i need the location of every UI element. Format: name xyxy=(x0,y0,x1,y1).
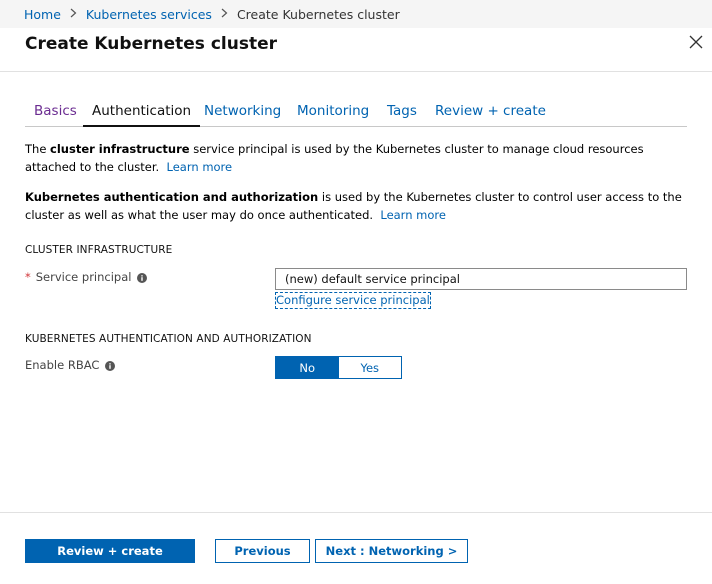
breadcrumb-home[interactable]: Home xyxy=(24,7,61,22)
learn-more-link[interactable]: Learn more xyxy=(167,160,233,174)
service-principal-input[interactable] xyxy=(275,268,687,290)
required-marker: * xyxy=(25,270,31,284)
header-divider xyxy=(0,71,712,72)
info-icon[interactable] xyxy=(105,360,116,371)
section-header-k8s-auth: KUBERNETES AUTHENTICATION AND AUTHORIZAT… xyxy=(25,333,312,345)
chevron-right-icon xyxy=(221,8,228,21)
enable-rbac-label: Enable RBAC xyxy=(25,358,116,372)
rbac-toggle: No Yes xyxy=(275,356,402,379)
tab-bar: Basics Authentication Networking Monitor… xyxy=(25,101,687,127)
tab-basics[interactable]: Basics xyxy=(34,101,77,125)
intro-bold-text: cluster infrastructure xyxy=(50,142,190,156)
learn-more-link[interactable]: Learn more xyxy=(380,208,446,222)
page-title: Create Kubernetes cluster xyxy=(25,34,277,54)
tab-review-create[interactable]: Review + create xyxy=(435,101,546,125)
tab-authentication[interactable]: Authentication xyxy=(83,101,201,127)
rbac-no-button[interactable]: No xyxy=(276,357,339,378)
section-header-cluster-infrastructure: CLUSTER INFRASTRUCTURE xyxy=(25,244,173,256)
close-icon[interactable] xyxy=(688,34,704,50)
next-networking-button[interactable]: Next : Networking > xyxy=(315,539,468,563)
field-label-text: Service principal xyxy=(35,270,132,284)
review-create-button[interactable]: Review + create xyxy=(25,539,195,563)
tab-tags[interactable]: Tags xyxy=(387,101,417,125)
footer-divider xyxy=(0,512,712,513)
intro-text: The xyxy=(25,142,51,156)
tab-networking[interactable]: Networking xyxy=(204,101,281,125)
breadcrumb: Home Kubernetes services Create Kubernet… xyxy=(0,0,712,28)
chevron-right-icon xyxy=(70,8,77,21)
rbac-yes-button[interactable]: Yes xyxy=(338,357,401,378)
configure-service-principal-link[interactable]: Configure service principal xyxy=(275,292,431,309)
service-principal-label: * Service principal xyxy=(25,270,148,284)
info-icon[interactable] xyxy=(137,272,148,283)
intro-paragraph-auth: Kubernetes authentication and authorizat… xyxy=(25,188,695,224)
previous-button[interactable]: Previous xyxy=(215,539,310,563)
breadcrumb-current: Create Kubernetes cluster xyxy=(236,6,400,22)
intro-paragraph-infrastructure: The cluster infrastructure service princ… xyxy=(25,140,695,176)
intro-bold-text: Kubernetes authentication and authorizat… xyxy=(25,190,319,204)
breadcrumb-kubernetes-services[interactable]: Kubernetes services xyxy=(86,7,212,22)
field-label-text: Enable RBAC xyxy=(25,358,100,372)
tab-monitoring[interactable]: Monitoring xyxy=(297,101,369,125)
